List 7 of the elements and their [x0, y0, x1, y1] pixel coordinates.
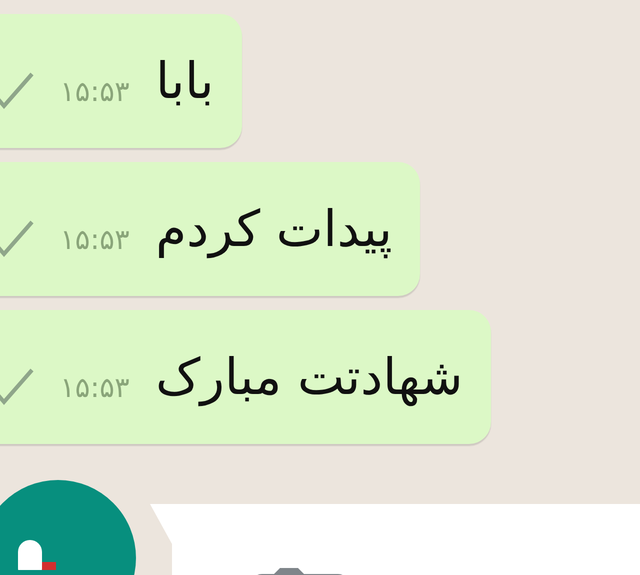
message-time: ۱۵:۵۳ — [60, 222, 130, 256]
mic-icon — [18, 540, 56, 570]
message-text: شهادتت مبارک — [156, 348, 463, 406]
message-text: بابا — [156, 52, 214, 110]
message-time: ۱۵:۵۳ — [60, 370, 130, 404]
message-time: ۱۵:۵۳ — [60, 74, 130, 108]
message-text: پیدات کردم — [156, 200, 392, 258]
